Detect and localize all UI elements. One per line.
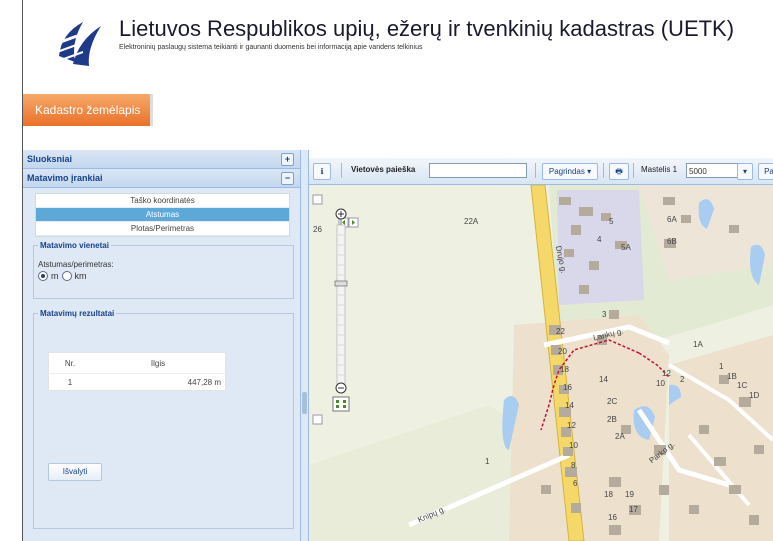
units-label: Atstumas/perimetras: bbox=[38, 260, 114, 269]
map-label: 10 bbox=[656, 379, 665, 388]
toolbar-separator bbox=[535, 163, 536, 178]
info-icon: ℹ bbox=[320, 167, 324, 176]
unit-km-label: km bbox=[74, 271, 87, 281]
more-select[interactable]: Pa bbox=[758, 163, 773, 180]
panel-splitter[interactable] bbox=[301, 150, 309, 541]
table-row: 1 447,28 m bbox=[49, 374, 226, 391]
map-label: 22A bbox=[464, 217, 479, 226]
map-label: 2C bbox=[607, 397, 618, 406]
map-label: 5 bbox=[609, 217, 614, 226]
map-label: 6B bbox=[667, 237, 677, 246]
map-label: 22 bbox=[556, 327, 565, 336]
map-label: 17 bbox=[629, 505, 638, 514]
map-label: 1 bbox=[485, 457, 490, 466]
layers-panel-title: Sluoksniai bbox=[27, 154, 73, 164]
dropdown-arrow-icon: ▾ bbox=[742, 167, 747, 176]
uetk-logo bbox=[54, 22, 101, 66]
base-layer-select[interactable]: Pagrindas ▾ bbox=[542, 163, 598, 180]
collapse-icon[interactable]: − bbox=[281, 172, 294, 185]
search-input[interactable] bbox=[429, 163, 527, 178]
map-label: 14 bbox=[565, 401, 574, 410]
map-label: 4 bbox=[597, 235, 602, 244]
map-label: 16 bbox=[563, 383, 572, 392]
results-legend: Matavimų rezultatai bbox=[40, 309, 115, 318]
result-nr: 1 bbox=[67, 377, 73, 387]
toolbar-separator bbox=[603, 163, 604, 178]
unit-m-radio[interactable] bbox=[38, 271, 48, 281]
toolbar-separator bbox=[341, 163, 342, 178]
clear-button[interactable]: Išvalyti bbox=[48, 463, 102, 481]
column-header-length: Ilgis bbox=[91, 352, 226, 374]
map-toolbar: ℹ Vietovės paieška Pagrindas ▾ 🖶 Masteli… bbox=[309, 158, 773, 185]
measure-tool-list: Taško koordinatės Atstumas Plotas/Perime… bbox=[35, 193, 290, 237]
map-label: 1B bbox=[727, 372, 737, 381]
map-label: 2 bbox=[680, 375, 685, 384]
overview-toggle-icon[interactable] bbox=[312, 194, 323, 205]
map-label: 26 bbox=[313, 225, 322, 234]
tab-cadastre-map[interactable]: Kadastro žemėlapis bbox=[23, 94, 153, 126]
results-fieldset: Matavimų rezultatai Nr. Ilgis 1 447,28 m… bbox=[33, 309, 294, 529]
column-header-nr: Nr. bbox=[48, 352, 91, 374]
unit-km-radio[interactable] bbox=[61, 271, 72, 281]
map-label: 6 bbox=[573, 479, 578, 488]
tool-area-perimeter[interactable]: Plotas/Perimetras bbox=[36, 222, 289, 236]
layers-panel-header[interactable]: Sluoksniai + bbox=[23, 150, 300, 169]
info-button[interactable]: ℹ bbox=[313, 163, 331, 180]
zoom-slider-handle[interactable] bbox=[334, 280, 348, 287]
map-view[interactable]: 26 22A Drujo g. 5A 6A 6B 5 4 3 Lankų g. … bbox=[309, 185, 773, 541]
map-label: 16 bbox=[608, 513, 617, 522]
map-label: 1D bbox=[749, 391, 760, 400]
print-button[interactable]: 🖶 bbox=[609, 163, 629, 180]
map-label: 1A bbox=[693, 340, 703, 349]
map-label: 3 bbox=[602, 310, 607, 319]
map-label: 12 bbox=[662, 369, 671, 378]
map-label: 2A bbox=[615, 432, 625, 441]
map-label: 19 bbox=[625, 490, 634, 499]
units-fieldset: Matavimo vienetai Atstumas/perimetras: m… bbox=[33, 241, 294, 299]
map-label: 5A bbox=[621, 243, 631, 252]
site-header: Lietuvos Respublikos upių, ežerų ir tven… bbox=[23, 0, 773, 148]
map-canvas[interactable] bbox=[309, 185, 773, 541]
full-extent-icon[interactable] bbox=[332, 396, 350, 412]
map-label: 1 bbox=[719, 362, 724, 371]
search-label: Vietovės paieška bbox=[351, 165, 416, 174]
results-table: Nr. Ilgis 1 447,28 m bbox=[48, 352, 226, 391]
collapse-handle-icon[interactable] bbox=[302, 392, 307, 414]
map-label: 14 bbox=[599, 375, 608, 384]
map-label: 12 bbox=[567, 421, 576, 430]
dropdown-arrow-icon: ▾ bbox=[587, 167, 592, 176]
measure-panel-header[interactable]: Matavimo įrankiai − bbox=[23, 169, 300, 188]
map-label: 1C bbox=[737, 381, 748, 390]
measure-panel-title: Matavimo įrankiai bbox=[27, 173, 103, 183]
toolbar-separator bbox=[633, 163, 634, 178]
tool-distance[interactable]: Atstumas bbox=[36, 208, 289, 222]
printer-icon: 🖶 bbox=[615, 167, 623, 176]
tool-point-coordinates[interactable]: Taško koordinatės bbox=[36, 194, 289, 208]
map-label: 18 bbox=[604, 490, 613, 499]
scale-label: Mastelis 1 bbox=[641, 165, 678, 174]
result-length: 447,28 m bbox=[187, 377, 221, 387]
base-layer-label: Pagrindas bbox=[548, 167, 585, 176]
page-title: Lietuvos Respublikos upių, ežerų ir tven… bbox=[119, 16, 735, 41]
map-label: 10 bbox=[569, 441, 578, 450]
map-label: 18 bbox=[560, 365, 569, 374]
page-subtitle: Elektroninių paslaugų sistema teikianti … bbox=[119, 44, 423, 51]
map-label: 20 bbox=[558, 347, 567, 356]
expand-icon[interactable]: + bbox=[281, 153, 294, 166]
units-legend: Matavimo vienetai bbox=[40, 241, 109, 250]
unit-m-label: m bbox=[51, 271, 59, 281]
legend-toggle-icon[interactable] bbox=[312, 414, 323, 425]
units-radio-group: m km bbox=[38, 271, 289, 281]
zoom-slider[interactable] bbox=[334, 215, 348, 387]
scale-dropdown-button[interactable]: ▾ bbox=[737, 163, 753, 180]
map-label: 8 bbox=[571, 461, 576, 470]
map-label: 6A bbox=[667, 215, 677, 224]
map-label: 2B bbox=[607, 415, 617, 424]
left-panel: Sluoksniai + Matavimo įrankiai − Taško k… bbox=[23, 150, 301, 541]
